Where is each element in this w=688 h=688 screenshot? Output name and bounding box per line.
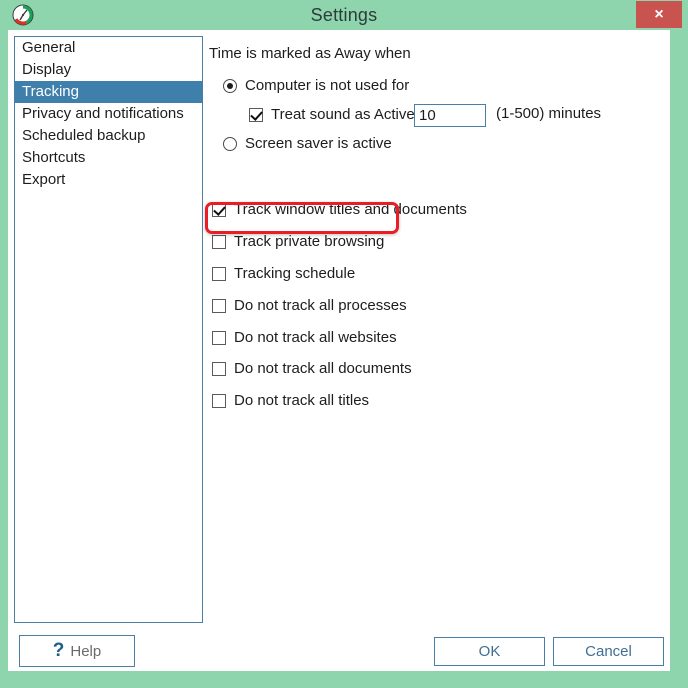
check-row-do-not-track-all-websites[interactable]: Do not track all websites — [212, 329, 397, 346]
checkbox-tracking-schedule[interactable] — [212, 267, 226, 281]
title-bar: Settings × — [0, 0, 688, 30]
check-row-treat-sound-as-active[interactable]: Treat sound as Active — [249, 106, 415, 123]
radio-computer-not-used[interactable] — [223, 79, 237, 93]
radio-row-computer-not-used[interactable]: Computer is not used for — [223, 77, 409, 94]
tracking-settings-pane: Time is marked as Away when Computer is … — [204, 36, 664, 623]
help-button[interactable]: ? Help — [19, 635, 135, 667]
checkbox-do-not-track-all-websites[interactable] — [212, 331, 226, 345]
help-button-label: Help — [70, 643, 102, 660]
question-mark-icon: ? — [52, 640, 65, 661]
sidebar-item-scheduled-backup[interactable]: Scheduled backup — [15, 125, 202, 147]
checkbox-track-private-browsing[interactable] — [212, 235, 226, 249]
label-track-window-titles: Track window titles and documents — [234, 201, 467, 218]
sidebar-item-export[interactable]: Export — [15, 169, 202, 191]
label-tracking-schedule: Tracking schedule — [234, 265, 356, 282]
checkbox-do-not-track-all-titles[interactable] — [212, 394, 226, 408]
label-do-not-track-all-processes: Do not track all processes — [234, 297, 407, 314]
check-row-tracking-schedule[interactable]: Tracking schedule — [212, 265, 355, 282]
sidebar-item-display[interactable]: Display — [15, 59, 202, 81]
radio-row-screen-saver-active[interactable]: Screen saver is active — [223, 135, 392, 152]
label-track-private-browsing: Track private browsing — [234, 233, 385, 250]
settings-window: Settings × General Display Tracking Priv… — [0, 0, 688, 688]
away-minutes-hint: (1-500) minutes — [496, 105, 602, 122]
away-minutes-input[interactable] — [414, 104, 486, 127]
sidebar-item-shortcuts[interactable]: Shortcuts — [15, 147, 202, 169]
label-do-not-track-all-titles: Do not track all titles — [234, 392, 370, 409]
ok-button[interactable]: OK — [434, 637, 545, 666]
checkbox-do-not-track-all-documents[interactable] — [212, 362, 226, 376]
radio-label-screen-saver-active: Screen saver is active — [245, 135, 392, 152]
checkbox-do-not-track-all-processes[interactable] — [212, 299, 226, 313]
sidebar-item-tracking[interactable]: Tracking — [15, 81, 202, 103]
radio-label-computer-not-used: Computer is not used for — [245, 77, 410, 94]
cancel-button[interactable]: Cancel — [553, 637, 664, 666]
label-do-not-track-all-websites: Do not track all websites — [234, 329, 397, 346]
away-group-label: Time is marked as Away when — [209, 45, 411, 62]
sidebar-item-general[interactable]: General — [15, 37, 202, 59]
checkbox-treat-sound-as-active[interactable] — [249, 108, 263, 122]
checkbox-track-window-titles[interactable] — [212, 203, 226, 217]
check-row-do-not-track-all-documents[interactable]: Do not track all documents — [212, 360, 412, 377]
radio-screen-saver-active[interactable] — [223, 137, 237, 151]
check-row-do-not-track-all-titles[interactable]: Do not track all titles — [212, 392, 369, 409]
check-row-do-not-track-all-processes[interactable]: Do not track all processes — [212, 297, 407, 314]
check-row-track-private-browsing[interactable]: Track private browsing — [212, 233, 384, 250]
settings-category-list[interactable]: General Display Tracking Privacy and not… — [14, 36, 203, 623]
page-title: Settings — [310, 5, 378, 25]
sidebar-item-privacy-and-notifications[interactable]: Privacy and notifications — [15, 103, 202, 125]
label-treat-sound-as-active: Treat sound as Active — [271, 106, 415, 123]
label-do-not-track-all-documents: Do not track all documents — [234, 360, 412, 377]
close-icon[interactable]: × — [636, 1, 682, 28]
client-area: General Display Tracking Privacy and not… — [8, 30, 670, 671]
check-row-track-window-titles[interactable]: Track window titles and documents — [212, 201, 467, 218]
